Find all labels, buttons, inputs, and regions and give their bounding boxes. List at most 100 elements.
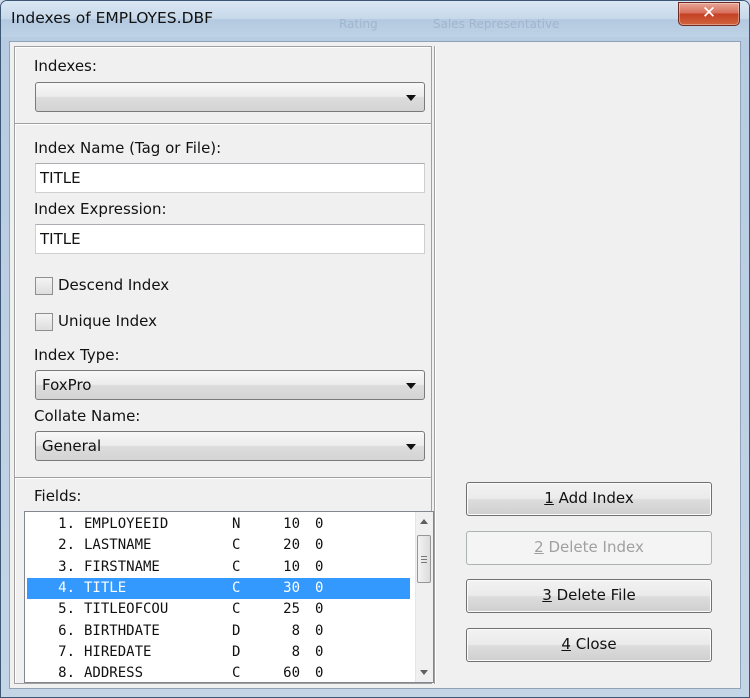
field-type: D xyxy=(232,622,241,639)
section-divider xyxy=(15,477,431,479)
field-type: C xyxy=(232,558,241,575)
field-name: FIRSTNAME xyxy=(84,558,160,575)
field-no: 3. xyxy=(58,558,75,575)
field-row[interactable]: 6. BIRTHDATE D 8 0 xyxy=(27,621,410,642)
add-index-button[interactable]: 1 Add Index xyxy=(466,482,712,516)
field-dec: 0 xyxy=(315,643,324,660)
delete-index-hotkey: 2 xyxy=(534,538,544,556)
field-dec: 0 xyxy=(315,558,324,575)
field-name: LASTNAME xyxy=(84,537,152,554)
index-name-label: Index Name (Tag or File): xyxy=(34,139,222,157)
field-no: 2. xyxy=(58,537,75,554)
field-row[interactable]: 2. LASTNAME C 20 0 xyxy=(27,535,410,556)
collate-name-selected-value: General xyxy=(42,437,102,455)
field-len: 25 xyxy=(283,601,300,618)
field-len: 30 xyxy=(283,579,300,596)
field-dec: 0 xyxy=(315,537,324,554)
descend-index-checkbox[interactable] xyxy=(35,277,53,295)
field-len: 20 xyxy=(283,537,300,554)
field-len: 8 xyxy=(291,643,300,660)
field-name: TITLEOFCOU xyxy=(84,601,169,618)
unique-index-label[interactable]: Unique Index xyxy=(58,312,157,330)
close-button[interactable]: 4 Close xyxy=(466,628,712,662)
index-name-value: TITLE xyxy=(40,169,81,187)
window-close-button[interactable]: ✕ xyxy=(678,2,740,26)
field-no: 5. xyxy=(58,601,75,618)
field-row[interactable]: 1. EMPLOYEEID N 10 0 xyxy=(27,514,410,535)
delete-file-button[interactable]: 3 Delete File xyxy=(466,579,712,613)
delete-file-label: Delete File xyxy=(551,586,636,604)
index-expression-label: Index Expression: xyxy=(34,200,167,218)
index-expression-value: TITLE xyxy=(40,230,81,248)
add-index-hotkey: 1 xyxy=(544,489,554,507)
scroll-up-arrow-icon[interactable] xyxy=(420,519,428,524)
grip-line xyxy=(421,556,427,557)
delete-index-button[interactable]: 2 Delete Index xyxy=(466,531,712,565)
panel-divider xyxy=(434,46,436,684)
add-index-label: Add Index xyxy=(553,489,634,507)
field-name: TITLE xyxy=(84,579,127,596)
index-type-selected-value: FoxPro xyxy=(42,376,92,394)
field-name: BIRTHDATE xyxy=(84,622,160,639)
index-name-field[interactable]: TITLE xyxy=(35,163,425,193)
fields-listbox[interactable]: 1. EMPLOYEEID N 10 0 2. LASTNAME C 20 0 3. FIRSTNAM… xyxy=(24,511,434,683)
field-len: 10 xyxy=(283,516,300,532)
field-len: 8 xyxy=(291,622,300,639)
field-dec: 0 xyxy=(315,579,324,596)
fields-scrollbar[interactable] xyxy=(415,512,433,682)
scrollbar-thumb[interactable] xyxy=(417,535,431,583)
close-label: Close xyxy=(570,635,617,653)
field-name: EMPLOYEEID xyxy=(84,516,169,532)
field-name: ADDRESS xyxy=(84,665,144,682)
background-hint-2: Sales Representative xyxy=(433,17,560,31)
field-type: C xyxy=(232,579,241,596)
field-no: 7. xyxy=(58,643,75,660)
dialog-client-area: Indexes: Index Name (Tag or File): TITLE… xyxy=(9,41,741,689)
field-type: C xyxy=(232,601,241,618)
grip-line xyxy=(421,559,427,560)
indexes-dialog-window: Indexes of EMPLOYES.DBF Rating Sales Rep… xyxy=(0,0,750,698)
field-row[interactable]: 4. TITLE C 30 0 xyxy=(27,577,410,599)
field-type: D xyxy=(232,643,241,660)
field-row[interactable]: 5. TITLEOFCOU C 25 0 xyxy=(27,599,410,620)
close-hotkey: 4 xyxy=(561,635,571,653)
field-len: 10 xyxy=(283,558,300,575)
descend-index-label[interactable]: Descend Index xyxy=(58,276,169,294)
delete-file-hotkey: 3 xyxy=(542,586,552,604)
unique-index-checkbox[interactable] xyxy=(35,313,53,331)
field-no: 6. xyxy=(58,622,75,639)
field-dec: 0 xyxy=(315,665,324,682)
field-row[interactable]: 7. HIREDATE D 8 0 xyxy=(27,642,410,663)
index-type-label: Index Type: xyxy=(34,346,120,364)
index-expression-field[interactable]: TITLE xyxy=(35,224,425,254)
indexes-label: Indexes: xyxy=(34,57,97,75)
field-dec: 0 xyxy=(315,516,324,532)
field-row[interactable]: 3. FIRSTNAME C 10 0 xyxy=(27,557,410,578)
scroll-down-arrow-icon[interactable] xyxy=(420,670,428,675)
field-name: HIREDATE xyxy=(84,643,152,660)
delete-index-label: Delete Index xyxy=(543,538,644,556)
dropdown-arrow-icon xyxy=(406,383,416,389)
section-divider xyxy=(15,123,431,125)
field-no: 4. xyxy=(58,579,75,596)
grip-line xyxy=(421,562,427,563)
field-no: 8. xyxy=(58,665,75,682)
window-title: Indexes of EMPLOYES.DBF xyxy=(11,9,214,27)
field-type: N xyxy=(232,516,241,532)
field-dec: 0 xyxy=(315,601,324,618)
field-no: 1. xyxy=(58,516,75,532)
field-row[interactable]: 8. ADDRESS C 60 0 xyxy=(27,663,410,682)
field-dec: 0 xyxy=(315,622,324,639)
field-type: C xyxy=(232,537,241,554)
title-bar[interactable]: Indexes of EMPLOYES.DBF Rating Sales Rep… xyxy=(1,1,749,37)
fields-label: Fields: xyxy=(34,487,82,505)
close-icon: ✕ xyxy=(701,3,717,23)
dropdown-arrow-icon xyxy=(406,95,416,101)
field-len: 60 xyxy=(283,665,300,682)
index-type-combobox[interactable]: FoxPro xyxy=(35,370,425,400)
collate-name-combobox[interactable]: General xyxy=(35,431,425,461)
dropdown-arrow-icon xyxy=(406,444,416,450)
background-hint-1: Rating xyxy=(339,17,378,31)
collate-name-label: Collate Name: xyxy=(34,407,141,425)
indexes-combobox[interactable] xyxy=(35,82,425,112)
